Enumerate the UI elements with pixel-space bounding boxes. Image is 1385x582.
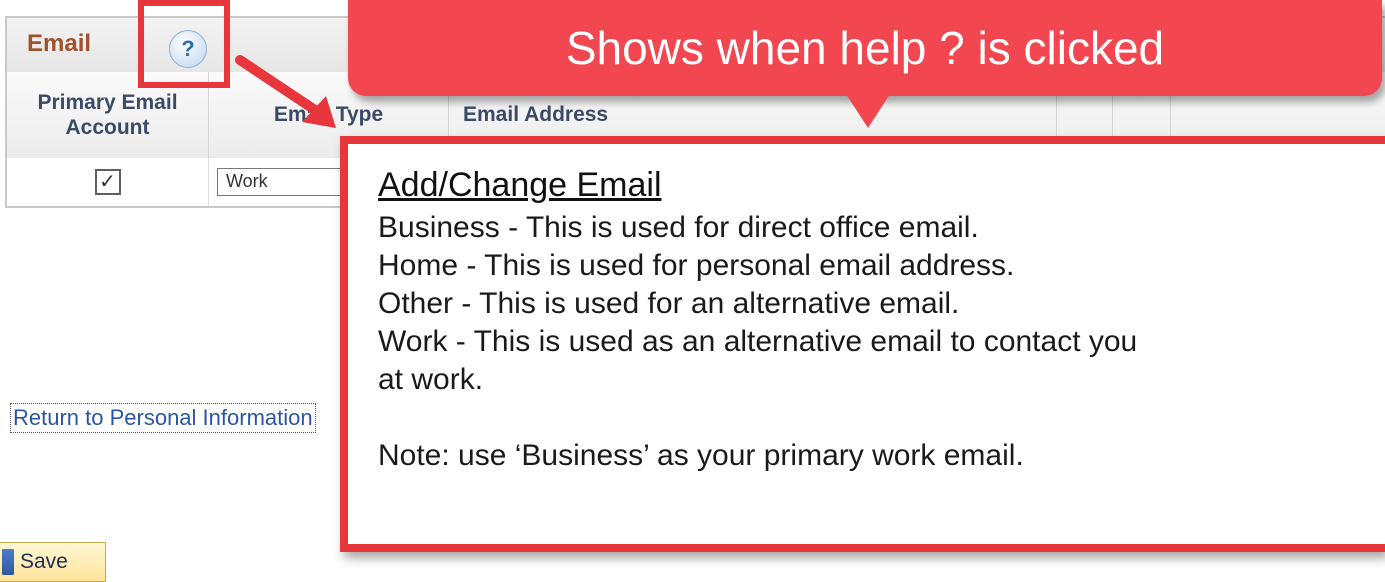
help-popup: Add/Change Email Business - This is used… <box>340 136 1385 552</box>
grid-title: Email <box>27 30 92 57</box>
help-popup-line: Home - This is used for personal email a… <box>378 249 1015 282</box>
help-popup-line: at work. <box>378 363 484 396</box>
save-button[interactable]: Save <box>0 542 106 582</box>
annotation-banner-pointer <box>846 94 890 128</box>
primary-email-checkbox[interactable]: ✓ <box>94 169 121 195</box>
help-icon-highlight-box <box>138 0 230 88</box>
annotation-banner: Shows when help ? is clicked <box>348 0 1382 96</box>
help-popup-spacer <box>378 399 1385 437</box>
primary-email-cell: ✓ <box>7 158 209 206</box>
help-popup-line: Work - This is used as an alternative em… <box>378 325 1138 358</box>
save-icon <box>2 549 14 575</box>
help-popup-line: Other - This is used for an alternative … <box>378 287 960 320</box>
return-to-personal-information-link[interactable]: Return to Personal Information <box>10 403 316 433</box>
save-button-label: Save <box>20 550 68 573</box>
help-popup-note: Note: use ‘Business’ as your primary wor… <box>378 439 1024 472</box>
help-popup-title: Add/Change Email <box>378 166 662 204</box>
help-popup-line: Business - This is used for direct offic… <box>378 211 979 244</box>
